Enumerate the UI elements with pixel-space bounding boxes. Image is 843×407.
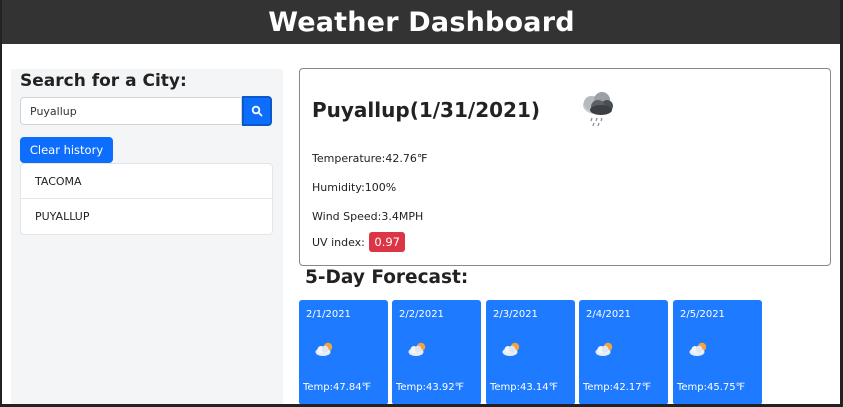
current-humidity: Humidity:100% (312, 181, 397, 194)
forecast-date: 2/4/2021 (586, 309, 631, 320)
forecast-temp: Temp:42.17℉ (583, 382, 652, 393)
search-heading: Search for a City: (20, 71, 187, 91)
cloud-sun-icon (688, 341, 710, 361)
forecast-date: 2/3/2021 (493, 309, 538, 320)
city-search-input[interactable] (20, 97, 242, 125)
search-icon (251, 105, 263, 117)
forecast-card: 2/4/2021 Temp:42.17℉ (579, 300, 668, 405)
forecast-card: 2/1/2021 Temp:47.84℉ (299, 300, 388, 405)
history-item-puyallup[interactable]: PUYALLUP (21, 199, 272, 234)
forecast-temp: Temp:43.92℉ (396, 382, 465, 393)
forecast-title: 5-Day Forecast: (305, 267, 469, 288)
cloud-sun-icon (407, 341, 429, 361)
uv-label: UV index: (312, 236, 365, 249)
current-temperature: Temperature:42.76℉ (312, 152, 428, 165)
search-sidebar: Search for a City: Clear history TACOMA … (11, 69, 283, 405)
forecast-temp: Temp:45.75℉ (677, 382, 746, 393)
history-item-tacoma[interactable]: TACOMA (21, 164, 272, 199)
cloud-sun-icon (594, 341, 616, 361)
window-frame-left (0, 0, 2, 407)
forecast-card: 2/5/2021 Temp:45.75℉ (673, 300, 762, 405)
current-wind-speed: Wind Speed:3.4MPH (312, 210, 424, 223)
current-uv-row: UV index: 0.97 (312, 232, 405, 252)
search-button[interactable] (242, 96, 272, 126)
rain-cloud-icon (574, 89, 622, 133)
cloud-sun-icon (501, 341, 523, 361)
forecast-card: 2/2/2021 Temp:43.92℉ (392, 300, 481, 405)
forecast-date: 2/5/2021 (680, 309, 725, 320)
current-weather-card: Puyallup(1/31/2021) Temperature:42.76℉ H… (299, 68, 831, 266)
clear-history-button[interactable]: Clear history (20, 137, 113, 163)
search-history-list: TACOMA PUYALLUP (20, 163, 273, 235)
uv-index-badge: 0.97 (369, 232, 405, 252)
forecast-date: 2/2/2021 (399, 309, 444, 320)
page-header: Weather Dashboard (0, 0, 843, 44)
forecast-date: 2/1/2021 (306, 309, 351, 320)
forecast-temp: Temp:47.84℉ (303, 382, 372, 393)
forecast-temp: Temp:43.14℉ (490, 382, 559, 393)
cloud-sun-icon (314, 341, 336, 361)
forecast-card: 2/3/2021 Temp:43.14℉ (486, 300, 575, 405)
current-city-title: Puyallup(1/31/2021) (312, 98, 540, 122)
page-title: Weather Dashboard (268, 6, 575, 38)
